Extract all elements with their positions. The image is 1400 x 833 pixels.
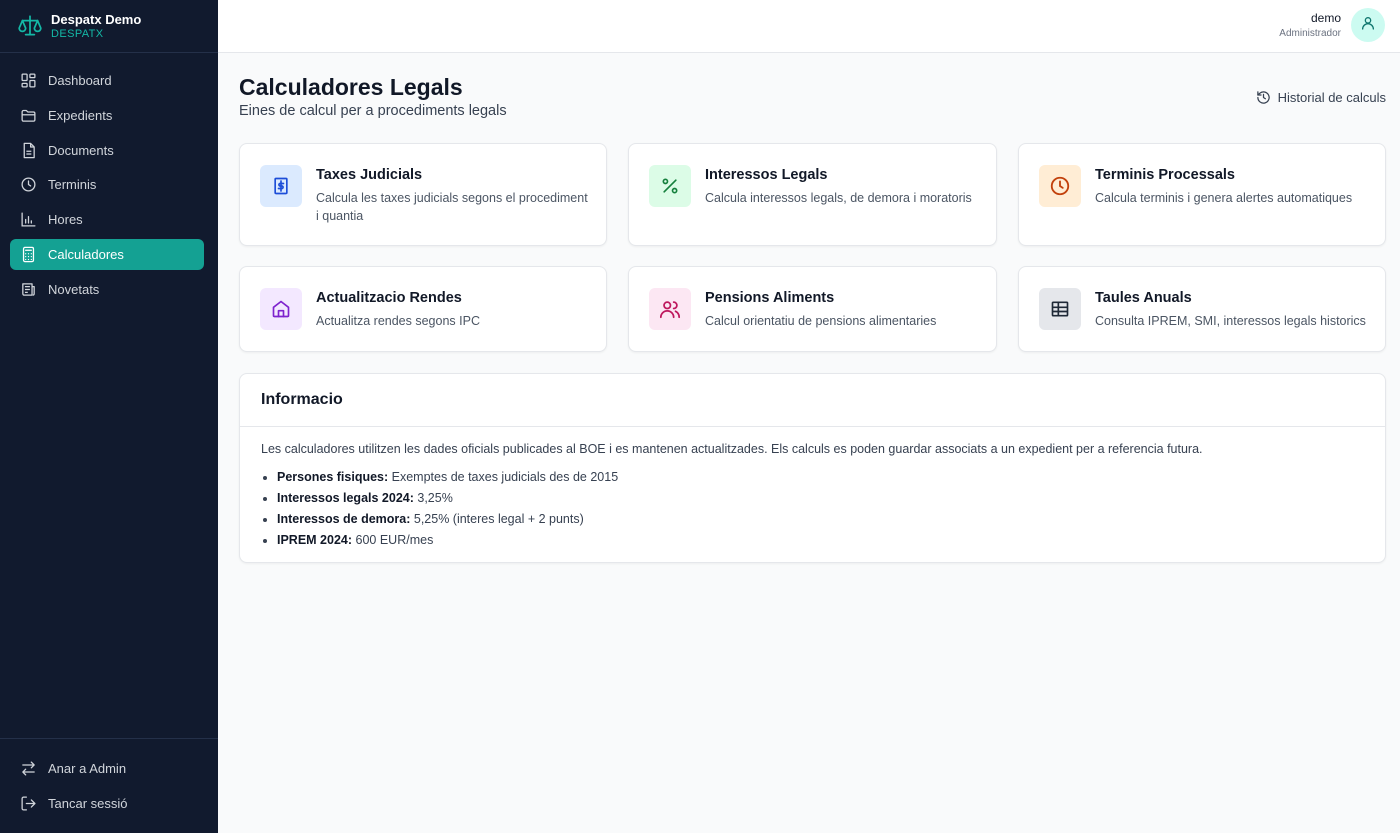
percent-icon xyxy=(649,165,691,207)
sidebar-footer: Anar a Admin Tancar sessió xyxy=(0,738,218,823)
history-icon xyxy=(1256,91,1270,104)
brand-subtitle: DESPATX xyxy=(51,27,104,40)
list-item: Persones fisiques: Exemptes de taxes jud… xyxy=(277,470,618,491)
dashboard-icon xyxy=(20,72,37,89)
list-item-label: Persones fisiques: xyxy=(277,470,389,484)
receipt-dollar-icon xyxy=(260,165,302,207)
sidebar-item-dashboard[interactable]: Dashboard xyxy=(10,65,204,96)
clock-icon xyxy=(1039,165,1081,207)
user-role: Administrador xyxy=(1279,28,1341,39)
history-link[interactable]: Historial de calculs xyxy=(1256,90,1386,105)
info-title: Informacio xyxy=(261,391,343,408)
news-icon xyxy=(20,281,37,298)
logout-button[interactable]: Tancar sessió xyxy=(10,788,204,819)
list-item-value: 3,25% xyxy=(417,491,453,505)
clock-icon xyxy=(20,176,37,193)
sidebar-item-label: Novetats xyxy=(48,281,100,297)
card-title: Taxes Judicials xyxy=(316,167,423,183)
sidebar-item-label: Dashboard xyxy=(48,73,112,88)
folder-icon xyxy=(20,107,37,124)
scale-icon xyxy=(17,13,43,39)
sidebar-item-calculadores[interactable]: Calculadores xyxy=(10,238,204,270)
users-icon xyxy=(649,288,691,330)
user-name: demo xyxy=(1310,11,1341,25)
brand[interactable]: Despatx Demo DESPATX xyxy=(0,0,218,53)
card-actualitzacio-rendes[interactable]: Actualitzacio Rendes Actualitza rendes s… xyxy=(239,266,607,352)
card-title: Terminis Processals xyxy=(1095,167,1235,183)
card-description: Calcula les taxes judicials segons el pr… xyxy=(316,191,588,223)
sidebar-item-label: Hores xyxy=(48,212,83,228)
table-icon xyxy=(1039,288,1081,330)
sidebar-item-label: Terminis xyxy=(48,177,97,193)
history-link-label: Historial de calculs xyxy=(1277,90,1386,105)
list-item: Interessos de demora: 5,25% (interes leg… xyxy=(277,512,618,533)
avatar[interactable] xyxy=(1351,8,1385,42)
info-header: Informacio xyxy=(240,374,1385,427)
go-to-admin-link[interactable]: Anar a Admin xyxy=(10,753,204,784)
info-panel: Informacio Les calculadores utilitzen le… xyxy=(239,373,1386,563)
list-item-label: Interessos legals 2024: xyxy=(277,491,414,505)
card-title: Pensions Aliments xyxy=(705,290,835,306)
user-info: demo Administrador xyxy=(1279,11,1341,41)
list-item: Interessos legals 2024: 3,25% xyxy=(277,491,618,512)
card-taxes-judicials[interactable]: Taxes Judicials Calcula les taxes judici… xyxy=(239,143,607,246)
bar-chart-icon xyxy=(20,211,37,228)
user-icon xyxy=(1360,15,1376,36)
sidebar-item-label: Calculadores xyxy=(48,246,124,262)
card-description: Actualitza rendes segons IPC xyxy=(316,314,480,328)
card-title: Interessos Legals xyxy=(705,167,828,183)
logout-label: Tancar sessió xyxy=(48,795,128,811)
info-intro: Les calculadores utilitzen les dades ofi… xyxy=(261,442,1203,456)
card-title: Taules Anuals xyxy=(1095,290,1192,306)
list-item: IPREM 2024: 600 EUR/mes xyxy=(277,533,618,554)
sidebar-nav: Dashboard Expedients Documents Terminis … xyxy=(10,65,204,309)
card-description: Calcula terminis i genera alertes automa… xyxy=(1095,191,1353,205)
card-title: Actualitzacio Rendes xyxy=(316,290,462,306)
card-description: Consulta IPREM, SMI, interessos legals h… xyxy=(1095,314,1366,328)
sidebar-item-novetats[interactable]: Novetats xyxy=(10,274,204,305)
sidebar-item-documents[interactable]: Documents xyxy=(10,135,204,166)
sidebar-item-expedients[interactable]: Expedients xyxy=(10,100,204,131)
card-terminis-processals[interactable]: Terminis Processals Calcula terminis i g… xyxy=(1018,143,1386,246)
list-item-value: Exemptes de taxes judicials des de 2015 xyxy=(391,470,619,484)
card-description: Calcul orientatiu de pensions alimentari… xyxy=(705,314,937,328)
sidebar-item-label: Expedients xyxy=(48,107,113,123)
brand-name: Despatx Demo xyxy=(51,11,142,27)
card-taules-anuals[interactable]: Taules Anuals Consulta IPREM, SMI, inter… xyxy=(1018,266,1386,352)
home-icon xyxy=(260,288,302,330)
info-list: Persones fisiques: Exemptes de taxes jud… xyxy=(277,470,618,554)
swap-icon xyxy=(20,760,37,777)
list-item-label: Interessos de demora: xyxy=(277,512,411,526)
page-title: Calculadores Legals xyxy=(239,74,463,100)
card-interessos-legals[interactable]: Interessos Legals Calcula interessos leg… xyxy=(628,143,997,246)
logout-icon xyxy=(20,795,37,812)
page-subtitle: Eines de calcul per a procediments legal… xyxy=(239,103,507,119)
sidebar-item-label: Documents xyxy=(48,142,114,158)
topbar: demo Administrador xyxy=(218,0,1400,53)
sidebar: Despatx Demo DESPATX Dashboard Expedient… xyxy=(0,0,218,833)
list-item-value: 5,25% (interes legal + 2 punts) xyxy=(413,512,584,526)
list-item-value: 600 EUR/mes xyxy=(355,533,434,547)
go-to-admin-label: Anar a Admin xyxy=(48,761,127,776)
list-item-label: IPREM 2024: xyxy=(277,533,353,547)
sidebar-item-terminis[interactable]: Terminis xyxy=(10,169,204,200)
card-pensions-aliments[interactable]: Pensions Aliments Calcul orientatiu de p… xyxy=(628,266,997,352)
document-icon xyxy=(20,142,37,159)
sidebar-item-hores[interactable]: Hores xyxy=(10,204,204,235)
calculator-icon xyxy=(20,246,37,263)
card-description: Calcula interessos legals, de demora i m… xyxy=(705,191,972,205)
